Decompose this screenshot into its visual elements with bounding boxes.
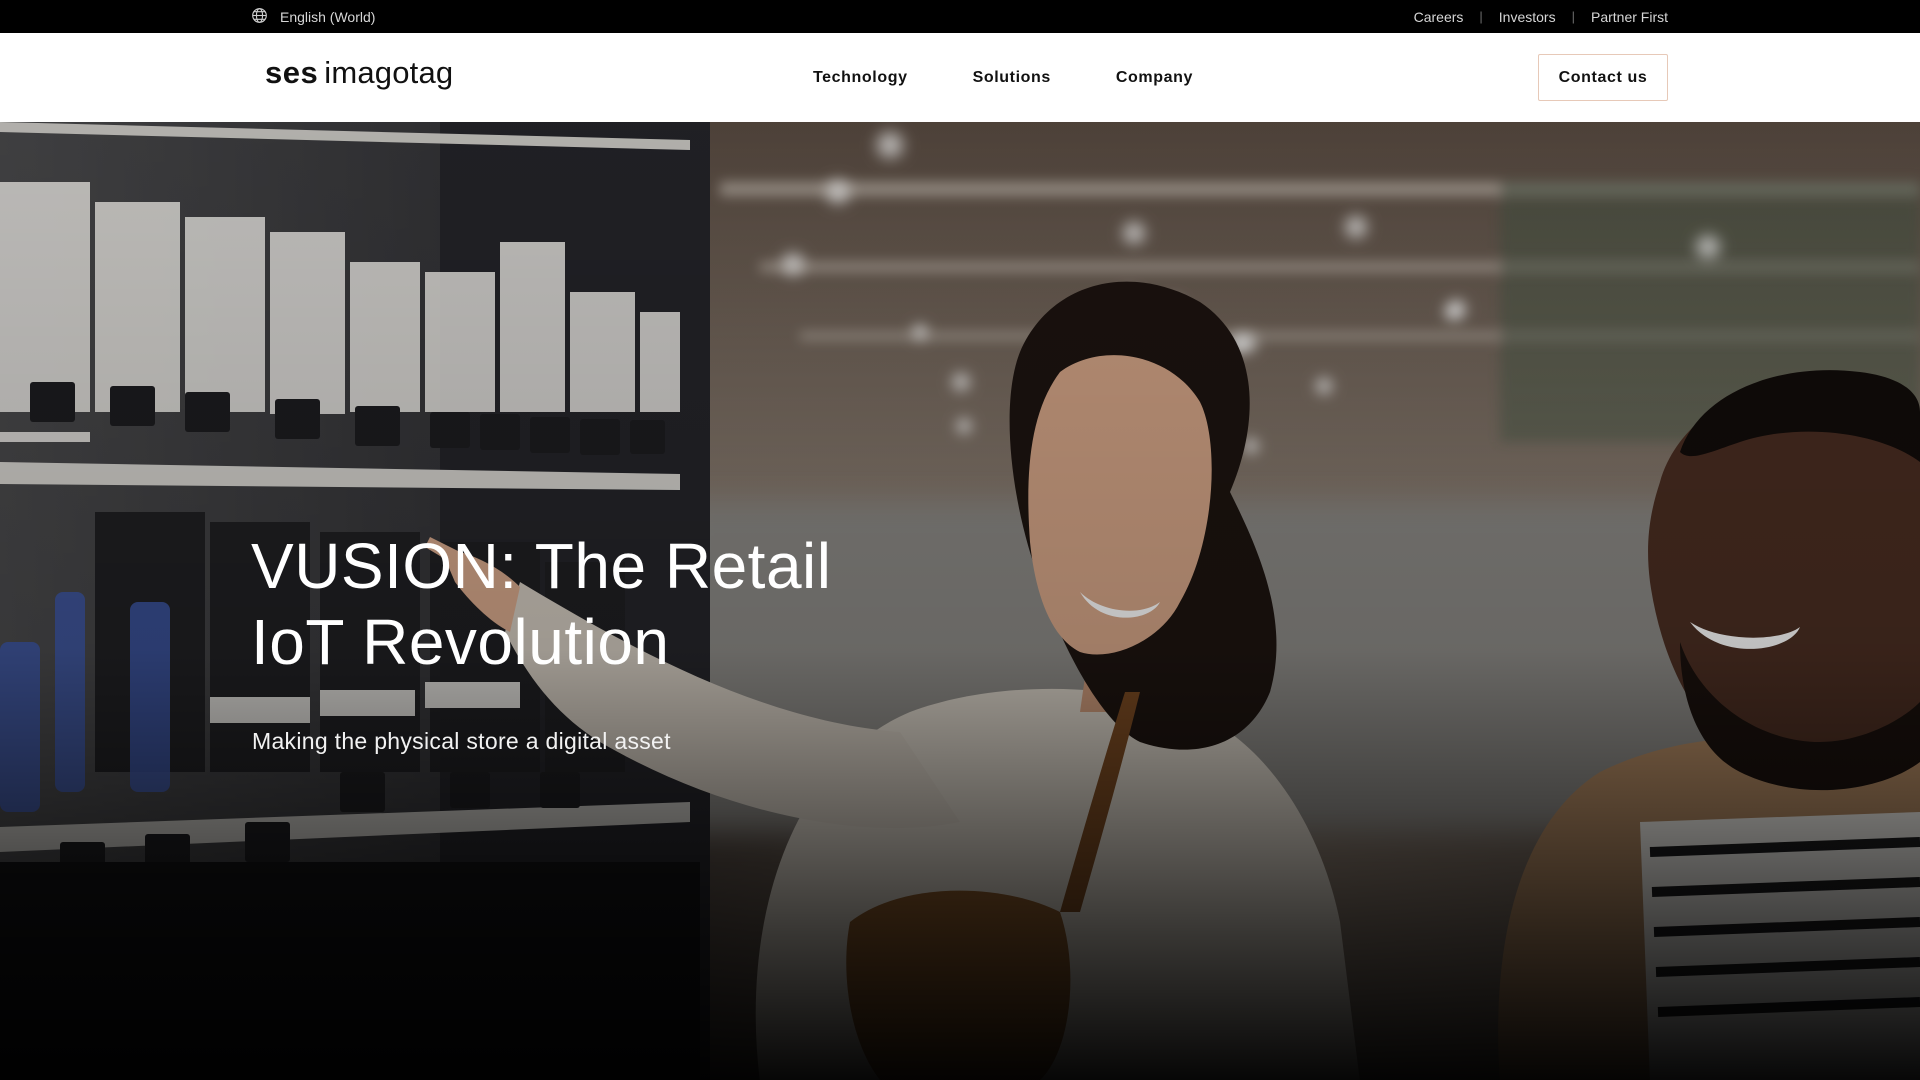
ses-imagotag-logo[interactable]: ses imagotag [265, 55, 453, 99]
nav-solutions[interactable]: Solutions [973, 69, 1051, 87]
language-selector[interactable]: English (World) [251, 0, 375, 33]
nav-company[interactable]: Company [1116, 69, 1193, 87]
link-divider: | [1571, 9, 1575, 24]
utility-links: Careers | Investors | Partner First [1414, 0, 1668, 33]
nav-technology[interactable]: Technology [813, 69, 908, 87]
site-header: ses imagotag Technology Solutions Compan… [0, 33, 1920, 122]
globe-icon [251, 7, 268, 27]
logo-ses: ses [265, 55, 319, 90]
partner-first-link[interactable]: Partner First [1591, 9, 1668, 25]
link-divider: | [1479, 9, 1483, 24]
language-label: English (World) [280, 8, 376, 25]
hero-title-line-2: IoT Revolution [251, 606, 670, 678]
careers-link[interactable]: Careers [1414, 9, 1464, 25]
logo-imagotag: imagotag [324, 55, 454, 90]
hero-subtitle: Making the physical store a digital asse… [252, 728, 671, 754]
utility-bar: English (World) Careers | Investors | Pa… [0, 0, 1920, 33]
investors-link[interactable]: Investors [1499, 9, 1556, 25]
hero-title-line-1: VUSION: The Retail [251, 530, 832, 602]
hero-title: VUSION: The Retail IoT Revolution [251, 528, 951, 680]
hero-section: VUSION: The Retail IoT Revolution Making… [0, 122, 1920, 1080]
main-nav: Technology Solutions Company [813, 33, 1193, 122]
contact-us-button[interactable]: Contact us [1538, 54, 1668, 101]
